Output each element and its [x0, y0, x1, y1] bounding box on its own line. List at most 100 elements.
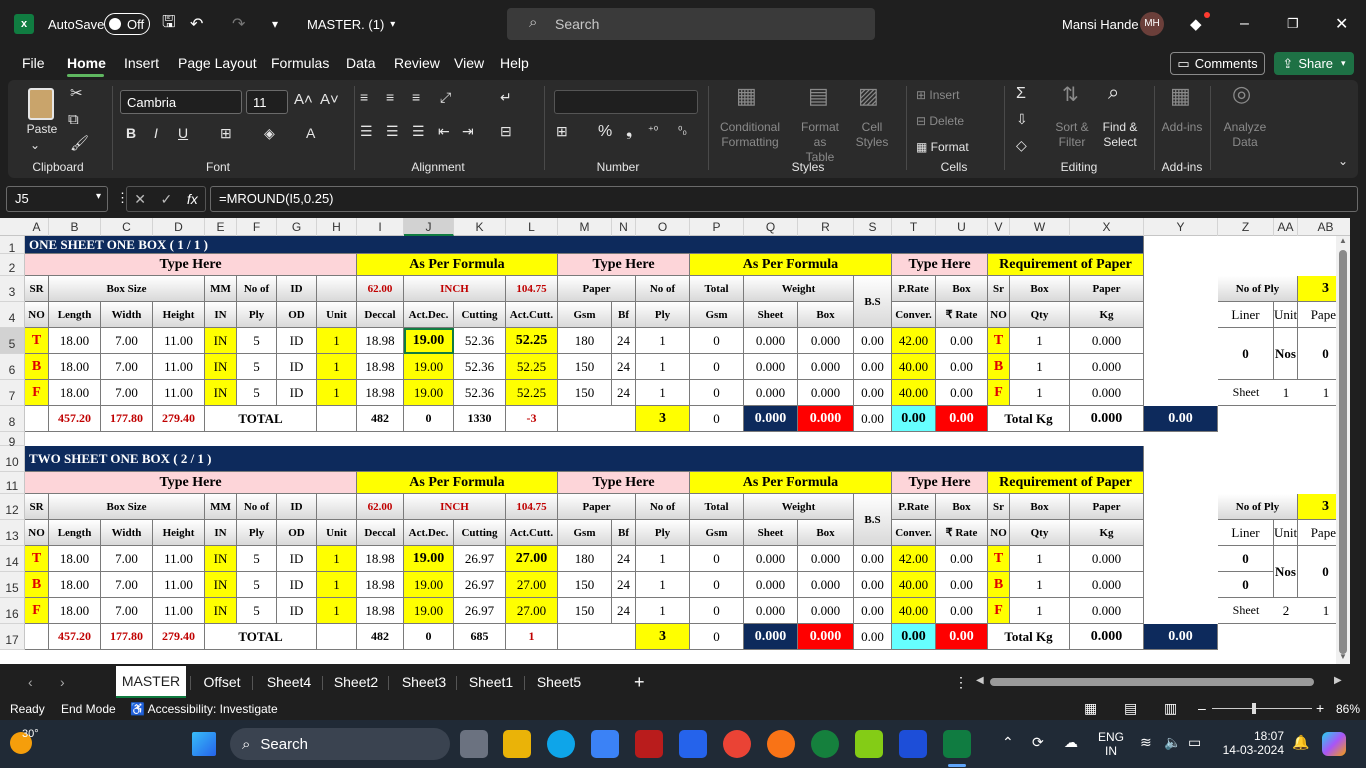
total-gsm-value[interactable]: 0 [690, 354, 744, 380]
delete-cells-button[interactable]: ⊟ Delete [916, 114, 964, 129]
column-header-D[interactable]: D [153, 218, 205, 236]
notifications-icon[interactable]: 🔔 [1292, 734, 1309, 751]
header-id[interactable]: ID [277, 494, 317, 520]
paste-button[interactable]: Paste [22, 122, 62, 137]
search-box[interactable]: ⌕ Search [507, 8, 875, 40]
length-value[interactable]: 18.00 [49, 546, 101, 572]
total-length[interactable]: 457.20 [49, 406, 101, 432]
comma-style-icon[interactable]: ❟ [626, 124, 632, 140]
doc-title[interactable]: MASTER. (1) ▾ [307, 0, 395, 48]
row-header-1[interactable]: 1 [0, 236, 25, 255]
act-cutt-value[interactable]: 27.00 [506, 572, 558, 598]
act-dec-value[interactable]: 19.00 [404, 380, 454, 406]
total-blank[interactable] [558, 406, 636, 432]
header-b[interactable]: Length [49, 302, 101, 328]
redo-icon[interactable]: ↷ [232, 0, 245, 48]
header-i[interactable]: Deccal [357, 520, 404, 546]
act-cutt-value[interactable]: 52.25 [506, 328, 558, 354]
scroll-thumb[interactable] [1339, 250, 1347, 654]
copy-icon[interactable]: ⧉ [68, 112, 79, 127]
header-o[interactable]: Ply [636, 302, 690, 328]
header-w[interactable]: Qty [1010, 302, 1070, 328]
sheet-tab[interactable]: Sheet1 [462, 666, 520, 698]
header-b[interactable]: Length [49, 520, 101, 546]
column-header-P[interactable]: P [690, 218, 744, 236]
total-ply[interactable]: 3 [636, 624, 690, 650]
menu-insert[interactable]: Insert [124, 48, 159, 78]
group-type-here[interactable]: Type Here [892, 472, 988, 494]
row-header-7[interactable]: 7 [0, 380, 25, 406]
scroll-up-icon[interactable]: ▲ [1339, 236, 1347, 245]
normal-view-icon[interactable]: ▦ [1084, 700, 1097, 717]
header-m[interactable]: Gsm [558, 302, 612, 328]
weight-sheet-value[interactable]: 0.000 [744, 354, 798, 380]
menu-view[interactable]: View [454, 48, 484, 78]
column-header-R[interactable]: R [798, 218, 854, 236]
decrease-font-icon[interactable]: A˅ [320, 92, 339, 107]
row-header-6[interactable]: 6 [0, 354, 25, 380]
total-height[interactable]: 279.40 [153, 624, 205, 650]
tab-next-icon[interactable]: › [60, 666, 65, 698]
row-header-9[interactable]: 9 [0, 432, 25, 449]
act-cutt-value[interactable]: 27.00 [506, 546, 558, 572]
kg-value[interactable]: 0.000 [1070, 354, 1144, 380]
no-of-ply-value[interactable]: 1 [636, 328, 690, 354]
postman-icon[interactable] [767, 730, 795, 758]
gsm-value[interactable]: 150 [558, 598, 612, 624]
total-actdec[interactable]: 0 [404, 406, 454, 432]
header-p[interactable]: Gsm [690, 302, 744, 328]
copilot-icon[interactable] [1322, 732, 1346, 756]
id-value[interactable]: ID [277, 598, 317, 624]
weight-box-value[interactable]: 0.000 [798, 354, 854, 380]
cell-styles-button[interactable]: Cell Styles [852, 120, 892, 150]
total-kg-value[interactable]: 0.000 [1070, 406, 1144, 432]
prate-value[interactable]: 40.00 [892, 380, 936, 406]
header-c[interactable]: Width [101, 520, 153, 546]
share-button[interactable]: ⇪ Share ▾ [1274, 52, 1354, 75]
analyze-data-button[interactable]: Analyze Data [1218, 120, 1272, 150]
header-prate[interactable]: P.Rate [892, 276, 936, 302]
cutting-value[interactable]: 52.36 [454, 380, 506, 406]
mm-value[interactable]: IN [205, 380, 237, 406]
menu-formulas[interactable]: Formulas [271, 48, 329, 78]
header-paper2[interactable]: Paper [1070, 494, 1144, 520]
header-e[interactable]: IN [205, 520, 237, 546]
total-deccal[interactable]: 482 [357, 406, 404, 432]
row-header-13[interactable]: 13 [0, 520, 25, 546]
length-value[interactable]: 18.00 [49, 598, 101, 624]
increase-indent-icon[interactable]: ⇥ [462, 124, 474, 139]
accounting-format-icon[interactable]: ⊞ [556, 124, 568, 139]
edge-icon[interactable] [547, 730, 575, 758]
align-right-icon[interactable]: ☰ [412, 124, 425, 139]
weight-sheet-value[interactable]: 0.000 [744, 598, 798, 624]
group-requirement[interactable]: Requirement of Paper [988, 472, 1144, 494]
find-select-button[interactable]: Find & Select [1096, 120, 1144, 150]
header-inch[interactable]: INCH [404, 276, 506, 302]
minimize-icon[interactable]: – [1240, 0, 1249, 48]
header-t[interactable]: Conver. [892, 520, 936, 546]
total-gsm-value[interactable]: 0 [690, 380, 744, 406]
column-header-L[interactable]: L [506, 218, 558, 236]
taskbar-search[interactable]: ⌕ Search [230, 728, 450, 760]
header-n[interactable]: Bf [612, 520, 636, 546]
side-unit[interactable]: Unit [1274, 520, 1298, 546]
header-blank[interactable] [317, 494, 357, 520]
excel-taskbar-icon[interactable] [943, 730, 971, 758]
group-type-here[interactable]: Type Here [558, 254, 690, 276]
header-q[interactable]: Sheet [744, 302, 798, 328]
bf-value[interactable]: 24 [612, 546, 636, 572]
column-header-Q[interactable]: Q [744, 218, 798, 236]
header-sr[interactable]: SR [25, 276, 49, 302]
bf-value[interactable]: 24 [612, 354, 636, 380]
total-gsm-value[interactable]: 0 [690, 546, 744, 572]
photos-icon[interactable] [899, 730, 927, 758]
ply-value[interactable]: 5 [237, 546, 277, 572]
total-height[interactable]: 279.40 [153, 406, 205, 432]
scroll-right-icon[interactable]: ▶ [1334, 675, 1342, 686]
sort-filter-icon[interactable]: ⇅ [1062, 85, 1079, 105]
header-no-of[interactable]: No of [636, 276, 690, 302]
undo-icon[interactable]: ↶ [190, 0, 203, 48]
page-break-view-icon[interactable]: ▥ [1164, 700, 1177, 717]
format-as-table-button[interactable]: Format as Table [794, 120, 846, 165]
total-deccal[interactable]: 482 [357, 624, 404, 650]
